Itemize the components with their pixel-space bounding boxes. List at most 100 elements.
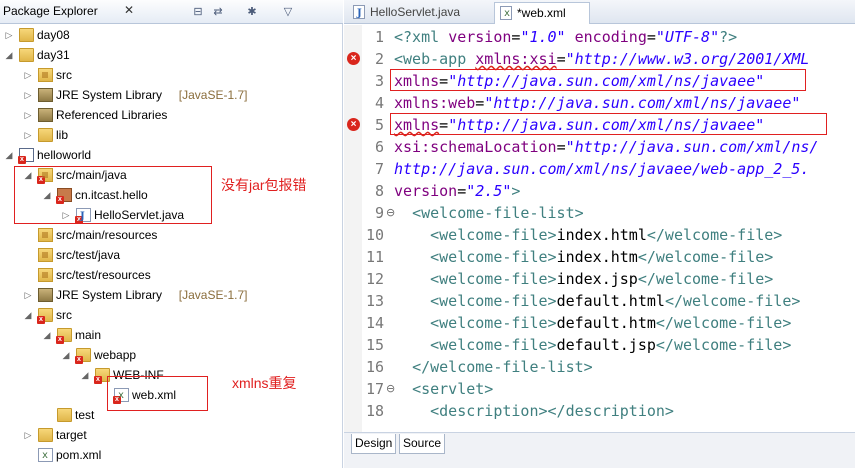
code-line: <welcome-file>index.html</welcome-file> xyxy=(394,224,782,246)
code-token: version xyxy=(448,28,512,46)
line-number: 6 xyxy=(374,138,384,156)
tree-item-label: helloworld xyxy=(37,148,92,162)
tree-item-label: main xyxy=(75,328,102,342)
code-token: </welcome-file> xyxy=(637,248,774,266)
expand-arrow-icon[interactable]: ▷ xyxy=(23,285,33,305)
error-marker-icon[interactable]: × xyxy=(347,52,360,65)
code-token: = xyxy=(457,182,467,200)
tree-item[interactable]: src/test/resources xyxy=(0,265,340,285)
error-overlay-icon: x xyxy=(75,356,83,364)
focus-icon[interactable]: ✱ xyxy=(244,4,260,20)
error-overlay-icon: x xyxy=(37,316,45,324)
package-explorer-tab[interactable]: Package Explorer ✕ ⊟ ⇄ ✱ ▽ xyxy=(0,0,343,24)
line-number: 17 xyxy=(365,380,384,398)
code-token: = xyxy=(556,50,566,68)
project-folder-icon xyxy=(19,28,34,42)
tree-item[interactable]: ▷ Referenced Libraries xyxy=(0,105,340,125)
code-token: "1.0" xyxy=(520,28,566,46)
code-token: </welcome-file> xyxy=(637,270,774,288)
collapse-arrow-icon[interactable]: ◢ xyxy=(61,345,71,365)
package-explorer-panel: Package Explorer ✕ ⊟ ⇄ ✱ ▽ ▷ day08 ◢ day31 ▷… xyxy=(0,0,343,468)
folder-icon: x xyxy=(37,308,53,324)
library-icon xyxy=(38,88,53,102)
tree-item[interactable]: ◢ x main xyxy=(0,325,340,345)
xml-file-icon xyxy=(500,4,512,24)
error-overlay-icon: x xyxy=(18,156,26,164)
missing-jar-annotation: 没有jar包报错 xyxy=(221,177,307,193)
xmlns-duplicate-annotation: xmlns重复 xyxy=(232,375,297,391)
code-token: xmlns:web xyxy=(394,94,476,112)
code-token: <welcome-file-list> xyxy=(412,204,584,222)
code-token: <servlet> xyxy=(412,380,494,398)
collapse-arrow-icon[interactable]: ◢ xyxy=(80,365,90,385)
tab-design[interactable]: Design xyxy=(351,434,397,454)
java-file-icon xyxy=(353,4,365,24)
tree-item[interactable]: ◢ day31 xyxy=(0,45,340,65)
link-with-editor-icon[interactable]: ⇄ xyxy=(210,4,226,20)
collapse-arrow-icon[interactable]: ◢ xyxy=(42,325,52,345)
tree-item[interactable]: ◢ x webapp xyxy=(0,345,340,365)
code-token: </welcome-file> xyxy=(655,314,792,332)
expand-arrow-icon[interactable]: ▷ xyxy=(23,425,33,445)
expand-arrow-icon[interactable]: ▷ xyxy=(23,65,33,85)
tree-item[interactable]: pom.xml xyxy=(0,445,340,466)
code-line: <description></description> xyxy=(394,400,674,422)
tab-source[interactable]: Source xyxy=(399,434,446,454)
expand-arrow-icon[interactable]: ▷ xyxy=(23,85,33,105)
error-marker-icon[interactable]: × xyxy=(347,118,360,131)
tree-item[interactable]: ▷ JRE System Library [JavaSE-1.7] xyxy=(0,85,340,105)
tree-item[interactable]: ◢ x src xyxy=(0,305,340,325)
code-line: xsi:schemaLocation="http://java.sun.com/… xyxy=(394,136,818,158)
view-menu-icon[interactable]: ▽ xyxy=(280,4,296,20)
expand-arrow-icon[interactable]: ▷ xyxy=(23,105,33,125)
web-xml-highlight-box xyxy=(107,376,208,411)
tree-item-label: JRE System Library xyxy=(56,288,163,302)
tree-item-label: day08 xyxy=(37,28,70,42)
tree-item[interactable]: ▷ lib xyxy=(0,125,340,145)
tree-item[interactable]: src/test/java xyxy=(0,245,340,265)
line-number: 12 xyxy=(365,270,384,288)
tab-helloservlet-java[interactable]: HelloServlet.java xyxy=(348,2,466,24)
code-token: </welcome-file-list> xyxy=(412,358,593,376)
tree-item-label: lib xyxy=(56,128,69,142)
code-line: <?xml version="1.0" encoding="UTF-8"?> xyxy=(394,26,737,48)
code-token: xsi:schemaLocation xyxy=(394,138,557,156)
tree-item[interactable]: ▷ day08 xyxy=(0,25,340,45)
line-number: 14 xyxy=(365,314,384,332)
code-line: <servlet> xyxy=(394,378,493,400)
folder-icon xyxy=(38,128,53,142)
code-token: "http://java.sun.com/xml/ns/ xyxy=(565,138,819,156)
tree-item-label: test xyxy=(75,408,95,422)
line-number: 7 xyxy=(374,160,384,178)
tab-web-xml[interactable]: *web.xml xyxy=(494,2,590,24)
collapse-all-icon[interactable]: ⊟ xyxy=(190,4,206,20)
close-icon[interactable]: ✕ xyxy=(124,3,134,17)
tree-item[interactable]: ◢ x helloworld xyxy=(0,145,340,165)
folder-icon xyxy=(57,408,72,422)
tree-item[interactable]: ▷ src xyxy=(0,65,340,85)
code-token: index.jsp xyxy=(556,270,638,288)
line-number: 11 xyxy=(365,248,384,266)
code-token: = xyxy=(556,138,566,156)
code-line: <welcome-file>default.html</welcome-file… xyxy=(394,290,800,312)
expand-arrow-icon[interactable]: ▷ xyxy=(23,125,33,145)
code-line: version="2.5"> xyxy=(394,180,520,202)
collapse-arrow-icon[interactable]: ◢ xyxy=(23,305,33,325)
line-number: 13 xyxy=(365,292,384,310)
collapse-arrow-icon[interactable]: ◢ xyxy=(4,45,14,65)
collapse-arrow-icon[interactable]: ◢ xyxy=(4,145,14,165)
code-token: "2.5" xyxy=(466,182,512,200)
expand-arrow-icon[interactable]: ▷ xyxy=(4,25,14,45)
tree-item[interactable]: ▷ target xyxy=(0,425,340,445)
error-overlay-icon: x xyxy=(56,336,64,344)
code-token: = xyxy=(646,28,656,46)
code-token: <welcome-file> xyxy=(430,226,557,244)
line-number: 16 xyxy=(365,358,384,376)
xmlns-line3-highlight-box xyxy=(390,69,806,91)
tree-item-label: Referenced Libraries xyxy=(56,108,168,122)
tree-item[interactable]: src/main/resources xyxy=(0,225,340,245)
tree-item[interactable]: ▷ JRE System Library [JavaSE-1.7] xyxy=(0,285,340,305)
code-token: index.html xyxy=(556,226,647,244)
